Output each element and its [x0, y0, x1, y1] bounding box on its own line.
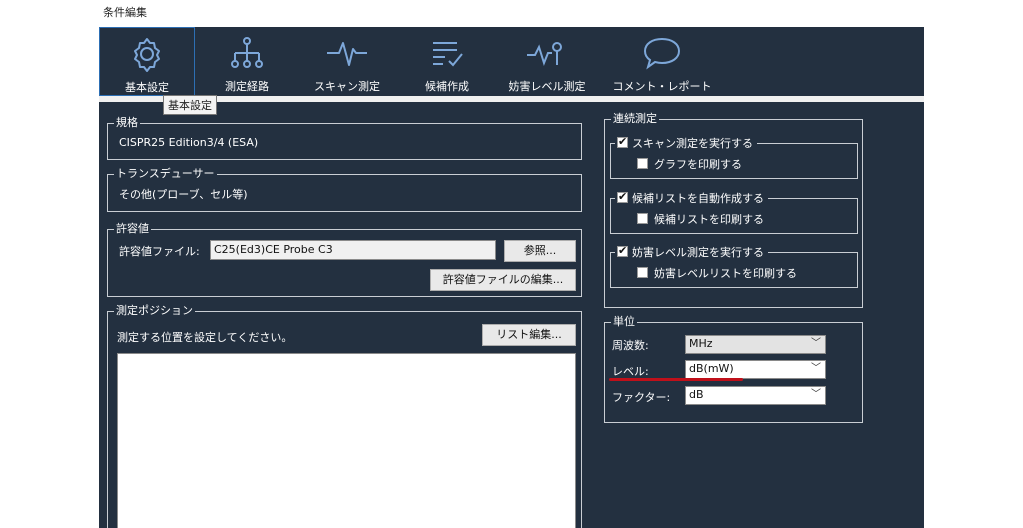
standard-group-title: 規格 — [114, 116, 140, 130]
factor-value: dB — [689, 388, 704, 401]
frequency-value: MHz — [689, 337, 713, 350]
toolbar: 基本設定 測定経路 スキャン測定 候補作成 妨害レベル測定 コメント・レポート — [99, 27, 924, 96]
toolbar-separator — [99, 96, 924, 102]
limit-group: 許容値 許容値ファイル: C25(Ed3)CE Probe C3 参照... 許… — [107, 222, 582, 297]
level-value: dB(mW) — [689, 362, 734, 375]
list-edit-button[interactable]: リスト編集... — [482, 324, 576, 346]
candidate-option-label: 候補リストを自動作成する — [632, 192, 764, 205]
limit-file-field[interactable]: C25(Ed3)CE Probe C3 — [210, 240, 496, 260]
tool-label: コメント・レポート — [612, 80, 712, 93]
transducer-value: その他(プローブ、セル等) — [119, 188, 248, 201]
standard-group: 規格 CISPR25 Edition3/4 (ESA) — [107, 116, 582, 160]
transducer-group: トランスデューサー その他(プローブ、セル等) — [107, 167, 582, 212]
candidate-option[interactable]: ✔ 候補リストを自動作成する — [615, 190, 768, 206]
standard-value: CISPR25 Edition3/4 (ESA) — [119, 136, 259, 149]
tool-label: 測定経路 — [225, 80, 269, 93]
tooltip: 基本設定 — [163, 95, 217, 115]
condition-edit-window: 基本設定 測定経路 スキャン測定 候補作成 妨害レベル測定 コメント・レポート … — [99, 27, 924, 528]
factor-label: ファクター: — [612, 391, 671, 404]
tool-label: 妨害レベル測定 — [508, 80, 586, 93]
tool-comment-report[interactable]: コメント・レポート — [605, 27, 719, 96]
units-group: 単位 周波数: MHz ﹀ レベル: dB(mW) ﹀ ファクター: dB ﹀ — [604, 315, 863, 423]
disturbance-option-label: 妨害レベル測定を実行する — [632, 246, 764, 259]
print-graph-checkbox[interactable] — [637, 158, 648, 169]
disturbance-checkbox[interactable]: ✔ — [617, 244, 628, 257]
tool-label: スキャン測定 — [314, 80, 380, 93]
edit-limit-file-button[interactable]: 許容値ファイルの編集... — [430, 269, 576, 291]
frequency-label: 周波数: — [612, 339, 649, 352]
frequency-select[interactable]: MHz ﹀ — [685, 335, 826, 354]
level-select[interactable]: dB(mW) ﹀ — [685, 360, 826, 379]
speech-bubble-icon — [643, 37, 681, 70]
scan-checkbox[interactable]: ✔ — [617, 135, 628, 148]
route-tree-icon — [231, 37, 263, 68]
disturbance-option[interactable]: ✔ 妨害レベル測定を実行する — [615, 244, 768, 260]
limit-file-label: 許容値ファイル: — [119, 245, 200, 258]
tool-label: 基本設定 — [125, 81, 169, 94]
position-instruction: 測定する位置を設定してください。 — [117, 331, 293, 344]
print-disturbance-label: 妨害レベルリストを印刷する — [654, 267, 797, 280]
tool-candidate-creation[interactable]: 候補作成 — [399, 27, 495, 96]
position-group: 測定ポジション 測定する位置を設定してください。 リスト編集... — [107, 304, 582, 528]
checklist-icon — [433, 42, 463, 67]
tool-disturbance-level[interactable]: 妨害レベル測定 — [495, 27, 599, 96]
continuous-group: 連続測定 ✔ スキャン測定を実行する グラフを印刷する ✔ 候補リストを自動作成する… — [604, 112, 863, 308]
chevron-down-icon: ﹀ — [811, 389, 821, 400]
continuous-group-title: 連続測定 — [611, 112, 659, 126]
print-candidate-checkbox[interactable] — [637, 213, 648, 224]
transducer-group-title: トランスデューサー — [114, 167, 217, 181]
browse-button[interactable]: 参照... — [504, 240, 576, 262]
print-disturbance-checkbox[interactable] — [637, 267, 648, 278]
disturbance-subgroup: ✔ 妨害レベル測定を実行する 妨害レベルリストを印刷する — [610, 244, 858, 288]
position-list[interactable] — [117, 353, 576, 528]
tool-scan-measurement[interactable]: スキャン測定 — [295, 27, 399, 96]
window-title: 条件編集 — [103, 6, 147, 19]
signal-probe-icon — [527, 42, 562, 66]
tool-label: 候補作成 — [425, 80, 469, 93]
chevron-down-icon: ﹀ — [811, 338, 821, 349]
tool-basic-settings[interactable]: 基本設定 — [99, 27, 195, 96]
scan-subgroup: ✔ スキャン測定を実行する グラフを印刷する — [610, 135, 858, 179]
candidate-subgroup: ✔ 候補リストを自動作成する 候補リストを印刷する — [610, 190, 858, 234]
position-group-title: 測定ポジション — [114, 304, 195, 318]
level-label: レベル: — [612, 365, 649, 378]
chevron-down-icon: ﹀ — [811, 363, 821, 374]
waveform-icon — [327, 42, 367, 66]
factor-select[interactable]: dB ﹀ — [685, 386, 826, 405]
tool-measurement-route[interactable]: 測定経路 — [199, 27, 295, 96]
print-candidate-label: 候補リストを印刷する — [654, 213, 764, 226]
units-group-title: 単位 — [611, 315, 637, 329]
gear-icon — [134, 38, 160, 72]
scan-option-label: スキャン測定を実行する — [632, 137, 753, 150]
print-graph-label: グラフを印刷する — [654, 158, 742, 171]
scan-option[interactable]: ✔ スキャン測定を実行する — [615, 135, 757, 151]
limit-group-title: 許容値 — [114, 222, 151, 236]
annotation-underline — [609, 378, 743, 381]
candidate-checkbox[interactable]: ✔ — [617, 190, 628, 203]
